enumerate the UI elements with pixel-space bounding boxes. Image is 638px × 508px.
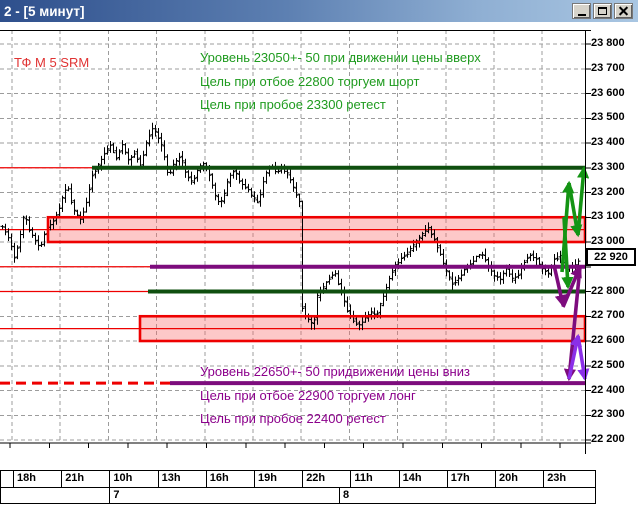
price-axis-label: 23 800 [591, 37, 625, 49]
scenario-down-line: Цель при пробое 22400 ретест [200, 411, 386, 426]
time-axis-cell: 19h [254, 471, 302, 487]
time-axis-cell: 16h [205, 471, 254, 487]
time-axis-cell: 21h [61, 471, 109, 487]
time-axis-cell: 18h [13, 471, 61, 487]
last-price-box: 22 920 [586, 248, 636, 266]
price-axis-label: 23 000 [591, 235, 625, 247]
scenario-down-line: Уровень 22650+- 50 придвижении цены вниз [200, 364, 470, 379]
date-axis-cell: 8 [339, 488, 596, 504]
time-axis-cell: 11h [350, 471, 398, 487]
time-axis-cell: 22h [302, 471, 350, 487]
scenario-up-line: Цель при пробое 23300 ретест [200, 97, 386, 112]
maximize-button[interactable] [593, 3, 612, 19]
price-axis-label: 22 700 [591, 309, 625, 322]
time-axis-cell: 23h [543, 471, 596, 487]
time-axis-table: 18h 21h 10h 13h 16h 19h 22h 11h 14h 17h 20h 23h 78 [0, 470, 596, 504]
price-axis-label: 22 200 [591, 433, 625, 445]
scenario-down-line: Цель при отбое 22900 торгуем лонг [200, 387, 416, 403]
price-axis-label: 22 300 [591, 408, 625, 421]
time-axis-cell: 20h [495, 471, 543, 487]
price-axis-label: 23 100 [591, 210, 625, 223]
minimize-icon [577, 14, 586, 16]
minimize-button[interactable] [572, 3, 591, 19]
price-axis-label: 22 500 [591, 358, 625, 371]
hours-row: 18h 21h 10h 13h 16h 19h 22h 11h 14h 17h 20h 23h [1, 471, 595, 488]
date-axis-cell: 7 [109, 488, 339, 504]
price-axis-label: 22 800 [591, 284, 625, 297]
window-title: 2 - [5 минут] [4, 3, 85, 19]
price-axis-label: 23 600 [591, 86, 625, 99]
scenario-up-line: Уровень 23050+- 50 при движении цены вве… [200, 50, 481, 65]
price-axis-label: 23 300 [591, 160, 625, 173]
time-axis-cell: 14h [398, 471, 447, 487]
price-axis-label: 22 400 [591, 383, 625, 396]
price-axis-label: 22 600 [591, 334, 625, 346]
time-axis-cell: 10h [109, 471, 157, 487]
window-titlebar: 2 - [5 минут] [0, 0, 638, 22]
scenario-up-annotation: Уровень 23050+- 50 при движении цены вве… [200, 46, 481, 117]
scenario-down-annotation: Уровень 22650+- 50 придвижении цены вниз… [200, 360, 470, 431]
instrument-label: ТФ М 5 SRM [14, 55, 90, 70]
close-button[interactable] [614, 3, 633, 19]
time-axis-cell: 17h [446, 471, 495, 487]
chart-window: 2 - [5 минут] ТФ М 5 SRM Уровень 23050+-… [0, 0, 638, 508]
maximize-icon [598, 7, 607, 15]
price-axis-label: 23 500 [591, 111, 625, 124]
window-controls [572, 3, 633, 19]
time-axis-cell: 13h [157, 471, 206, 487]
days-row: 78 [1, 488, 595, 505]
close-icon [618, 6, 629, 17]
price-axis-label: 23 700 [591, 61, 625, 74]
price-axis-label: 23 400 [591, 136, 625, 148]
price-axis-label: 23 200 [591, 185, 625, 198]
scenario-up-line: Цель при отбое 22800 торгуем шорт [200, 73, 420, 89]
